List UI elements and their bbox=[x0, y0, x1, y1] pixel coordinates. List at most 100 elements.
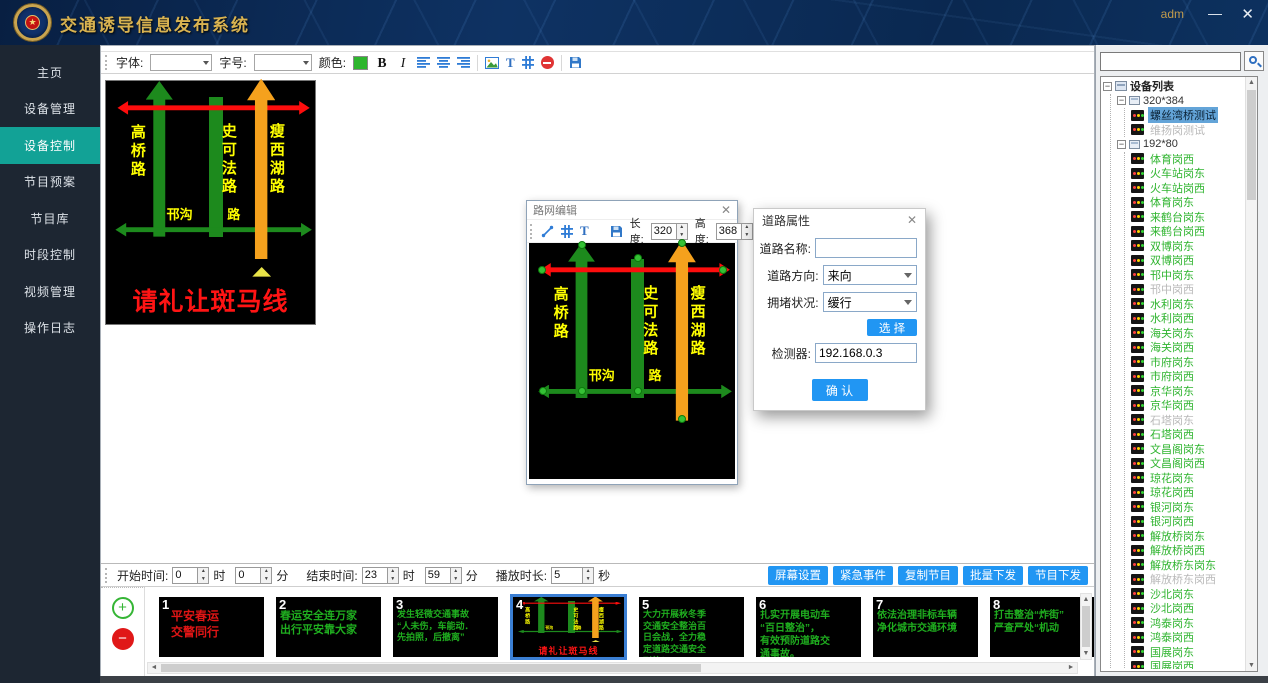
tree-device-item[interactable]: 国展岗西 bbox=[1125, 659, 1244, 669]
tree-device-item[interactable]: 体育岗东 bbox=[1125, 195, 1244, 210]
road-label-right[interactable]: 瘦西湖路 bbox=[266, 123, 287, 196]
playlist-item[interactable]: 6扎实开展电动车“百日整治”，有效预防道路交通事故。 bbox=[756, 597, 861, 657]
italic-button[interactable]: I bbox=[396, 55, 410, 71]
playlist-item[interactable]: 5大力开展秋冬季交通安全整治百日会战，全力稳定道路交通安全形势！ bbox=[639, 597, 744, 657]
tree-device-item[interactable]: 解放桥岗东 bbox=[1125, 529, 1244, 544]
sign-preview-panel[interactable]: 高桥路史可法路瘦西湖路邗沟路请礼让斑马线 bbox=[105, 80, 316, 325]
road-network-icon[interactable] bbox=[561, 225, 573, 238]
spin-down-icon[interactable]: ▼ bbox=[742, 231, 752, 239]
start-minute-spinner[interactable]: ▲▼ bbox=[235, 567, 272, 584]
scrollbar-thumb[interactable] bbox=[1082, 606, 1090, 647]
tree-device-item[interactable]: 琼花岗西 bbox=[1125, 485, 1244, 500]
search-button[interactable] bbox=[1244, 51, 1264, 71]
close-icon[interactable]: ✕ bbox=[907, 213, 917, 227]
tree-device-item[interactable]: 市府岗西 bbox=[1125, 369, 1244, 384]
tree-device-item[interactable]: 银河岗东 bbox=[1125, 500, 1244, 515]
program-send-button[interactable]: 节目下发 bbox=[1028, 566, 1088, 585]
scroll-up-icon[interactable]: ▲ bbox=[1081, 594, 1091, 605]
tree-device-item[interactable]: 沙北岗东 bbox=[1125, 587, 1244, 602]
align-left-icon[interactable] bbox=[417, 57, 430, 68]
emergency-event-button[interactable]: 紧急事件 bbox=[833, 566, 893, 585]
road-name-input[interactable] bbox=[815, 238, 917, 258]
road-label-bottom-right[interactable]: 路 bbox=[648, 365, 661, 384]
close-button[interactable]: ✕ bbox=[1241, 5, 1254, 23]
spin-down-icon[interactable]: ▼ bbox=[677, 231, 687, 239]
tree-group-row[interactable]: −320*384 bbox=[1111, 94, 1244, 109]
playlist-item[interactable]: 2春运安全连万家出行平安靠大家 bbox=[276, 597, 381, 657]
sidebar-item-operation-log[interactable]: 操作日志 bbox=[0, 310, 100, 347]
delete-icon[interactable] bbox=[541, 56, 554, 69]
tree-device-item[interactable]: 石塔岗东 bbox=[1125, 413, 1244, 428]
detector-input[interactable] bbox=[815, 343, 917, 363]
tree-group-row[interactable]: −192*80 bbox=[1111, 137, 1244, 152]
tree-device-item[interactable]: 邗中岗西 bbox=[1125, 282, 1244, 297]
scrollbar-thumb[interactable] bbox=[161, 664, 701, 672]
spin-down-icon[interactable]: ▼ bbox=[583, 575, 593, 583]
spinner-arrows[interactable]: ▲▼ bbox=[582, 568, 593, 583]
tree-device-item[interactable]: 国展岗东 bbox=[1125, 645, 1244, 660]
tree-device-item[interactable]: 市府岗东 bbox=[1125, 355, 1244, 370]
road-network-icon[interactable] bbox=[522, 56, 534, 69]
end-hour-input[interactable] bbox=[363, 568, 387, 583]
congestion-select[interactable]: 缓行 bbox=[823, 292, 917, 312]
spin-up-icon[interactable]: ▲ bbox=[677, 224, 687, 232]
tree-device-item[interactable]: 沙北岗西 bbox=[1125, 601, 1244, 616]
end-minute-spinner[interactable]: ▲▼ bbox=[425, 567, 462, 584]
tree-device-item[interactable]: 海关岗西 bbox=[1125, 340, 1244, 355]
playlist-vertical-scrollbar[interactable]: ▲▼ bbox=[1080, 593, 1092, 660]
tree-device-item[interactable]: 水利岗东 bbox=[1125, 297, 1244, 312]
save-icon[interactable] bbox=[610, 225, 623, 238]
spin-down-icon[interactable]: ▼ bbox=[261, 575, 271, 583]
tree-root-row[interactable]: −设备列表 bbox=[1103, 79, 1244, 94]
tree-scrollbar[interactable]: ▲▼ bbox=[1245, 77, 1257, 671]
bold-button[interactable]: B bbox=[375, 55, 389, 71]
color-swatch[interactable] bbox=[353, 56, 368, 70]
tree-device-item[interactable]: 螺丝湾桥测试 bbox=[1125, 108, 1244, 123]
spin-up-icon[interactable]: ▲ bbox=[198, 568, 208, 576]
close-icon[interactable]: ✕ bbox=[721, 203, 731, 217]
tree-device-item[interactable]: 火车站岗东 bbox=[1125, 166, 1244, 181]
tree-device-item[interactable]: 解放桥岗西 bbox=[1125, 543, 1244, 558]
spinner-arrows[interactable]: ▲▼ bbox=[450, 568, 461, 583]
spin-down-icon[interactable]: ▼ bbox=[451, 575, 461, 583]
road-label-middle[interactable]: 史可法路 bbox=[639, 285, 660, 358]
start-hour-spinner[interactable]: ▲▼ bbox=[172, 567, 209, 584]
sidebar-item-program-library[interactable]: 节目库 bbox=[0, 200, 100, 237]
font-select[interactable] bbox=[150, 54, 212, 71]
insert-text-icon[interactable]: T bbox=[580, 223, 589, 239]
playlist-item[interactable]: 3发生轻微交通事故“人未伤，车能动．先拍照，后撤离” bbox=[393, 597, 498, 657]
road-label-bottom-left[interactable]: 邗沟 bbox=[167, 204, 193, 223]
road-label-right[interactable]: 瘦西湖路 bbox=[687, 285, 708, 358]
tree-device-item[interactable]: 鸿泰岗东 bbox=[1125, 616, 1244, 631]
add-program-button[interactable]: + bbox=[112, 597, 134, 619]
spin-up-icon[interactable]: ▲ bbox=[583, 568, 593, 576]
spin-up-icon[interactable]: ▲ bbox=[451, 568, 461, 576]
scrollbar-thumb[interactable] bbox=[1247, 90, 1256, 200]
user-name[interactable]: adm bbox=[1161, 7, 1184, 21]
playlist-item[interactable]: 4高桥路史可法路瘦西湖路邗沟路请礼让斑马线 bbox=[510, 594, 627, 660]
tree-device-item[interactable]: 来鹤台岗西 bbox=[1125, 224, 1244, 239]
road-label-bottom-right[interactable]: 路 bbox=[227, 204, 240, 223]
spin-down-icon[interactable]: ▼ bbox=[388, 575, 398, 583]
tree-device-item[interactable]: 邗中岗东 bbox=[1125, 268, 1244, 283]
insert-text-icon[interactable]: T bbox=[506, 55, 515, 71]
spinner-arrows[interactable]: ▲▼ bbox=[387, 568, 398, 583]
tree-device-item[interactable]: 京华岗东 bbox=[1125, 384, 1244, 399]
align-center-icon[interactable] bbox=[437, 57, 450, 68]
tree-device-item[interactable]: 体育岗西 bbox=[1125, 152, 1244, 167]
tree-device-item[interactable]: 京华岗西 bbox=[1125, 398, 1244, 413]
tree-expander-icon[interactable]: − bbox=[1103, 82, 1112, 91]
road-direction-select[interactable]: 来向 bbox=[823, 265, 917, 285]
edit-handle-orange-tip[interactable] bbox=[678, 239, 686, 247]
road-label-middle[interactable]: 史可法路 bbox=[218, 123, 239, 196]
tree-device-item[interactable]: 鸿泰岗西 bbox=[1125, 630, 1244, 645]
scroll-down-icon[interactable]: ▼ bbox=[1246, 660, 1257, 671]
scroll-up-icon[interactable]: ▲ bbox=[1246, 77, 1257, 88]
tree-device-item[interactable]: 双博岗东 bbox=[1125, 239, 1244, 254]
edit-handle-red-right[interactable] bbox=[719, 266, 727, 274]
edit-handle-bottom-cross-2[interactable] bbox=[634, 387, 642, 395]
road-network-edit-canvas[interactable]: 高桥路史可法路瘦西湖路邗沟路 bbox=[529, 243, 735, 479]
scroll-down-icon[interactable]: ▼ bbox=[1081, 648, 1091, 659]
spinner-arrows[interactable]: ▲▼ bbox=[741, 224, 752, 239]
edit-handle-bottom-cross-1[interactable] bbox=[578, 387, 586, 395]
